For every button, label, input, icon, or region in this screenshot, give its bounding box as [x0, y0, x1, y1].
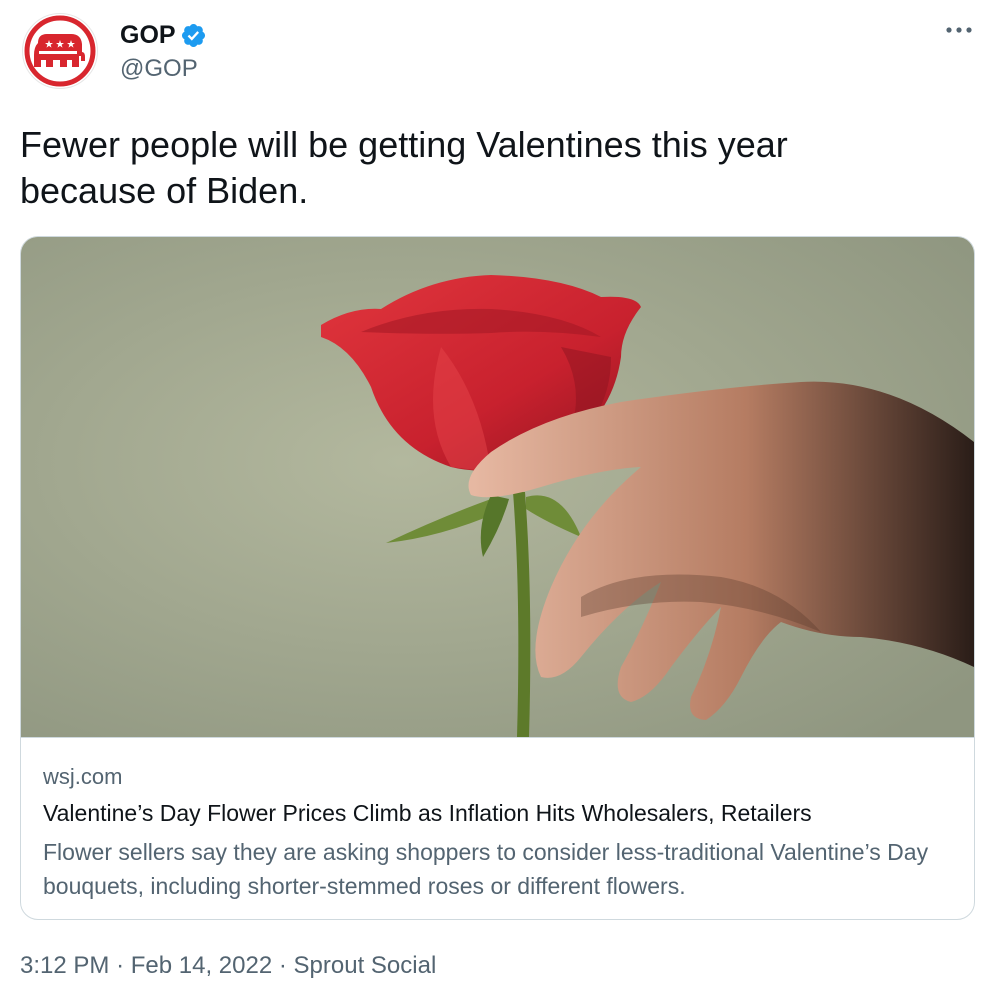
verified-badge-icon	[181, 23, 206, 48]
card-domain: wsj.com	[43, 764, 123, 789]
rose-and-hand-photo	[21, 237, 974, 737]
card-description: Flower sellers say they are asking shopp…	[43, 839, 929, 899]
display-name[interactable]: GOP	[120, 20, 176, 50]
card-divider	[21, 737, 974, 738]
tweet-time[interactable]: 3:12 PM	[20, 952, 109, 979]
card-title[interactable]: Valentine’s Day Flower Prices Climb as I…	[43, 798, 812, 828]
link-card[interactable]: wsj.com Valentine’s Day Flower Prices Cl…	[20, 236, 975, 920]
meta-separator: ·	[116, 952, 125, 979]
avatar[interactable]	[22, 13, 98, 89]
meta-separator: ·	[278, 952, 287, 979]
user-handle[interactable]: @GOP	[120, 54, 198, 84]
tweet: GOP @GOP Fewer people will be getting Va…	[0, 0, 1000, 998]
tweet-source[interactable]: Sprout Social	[294, 952, 437, 979]
more-horizontal-icon[interactable]	[944, 20, 974, 40]
card-image[interactable]	[21, 237, 974, 737]
tweet-text: Fewer people will be getting Valentines …	[20, 124, 788, 211]
tweet-date[interactable]: Feb 14, 2022	[131, 952, 272, 979]
republican-elephant-icon	[24, 15, 96, 87]
tweet-metadata: 3:12 PM · Feb 14, 2022 · Sprout Social	[20, 951, 436, 981]
